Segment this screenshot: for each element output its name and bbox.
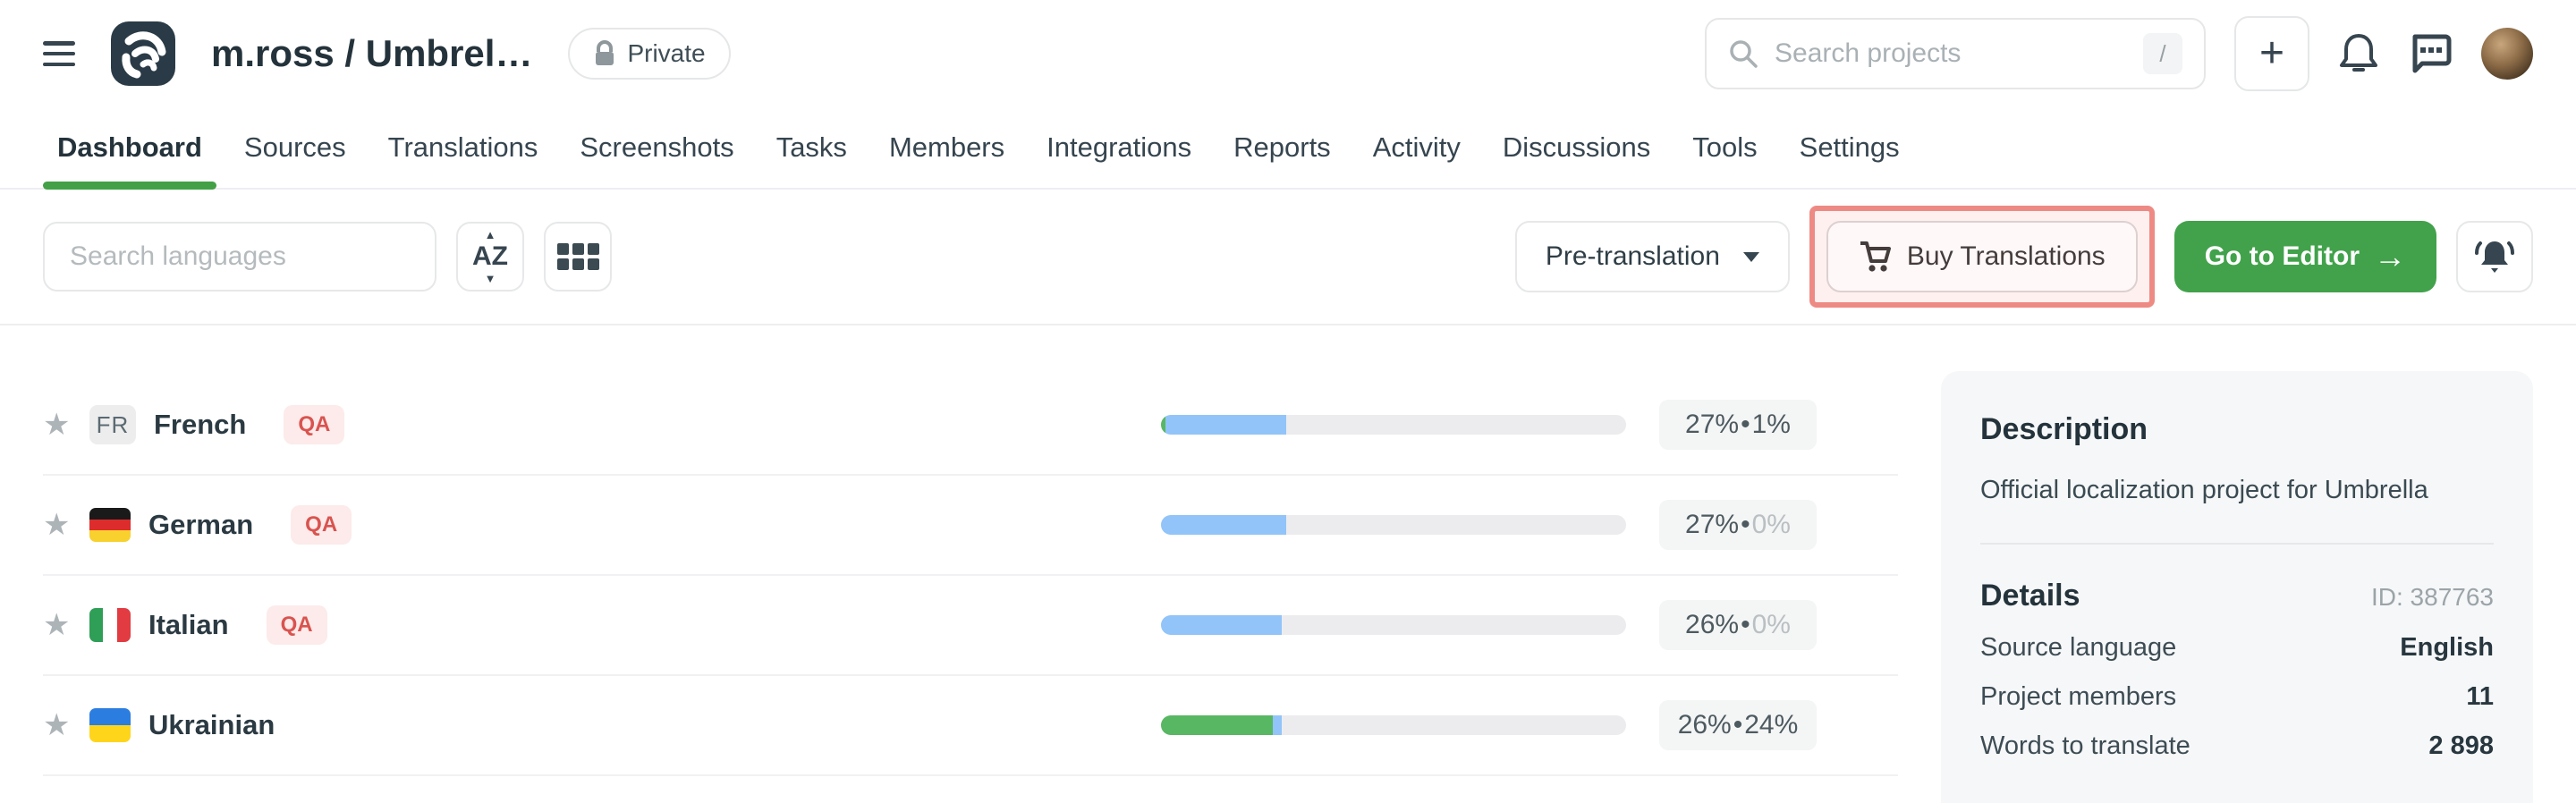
search-projects-input[interactable] bbox=[1775, 38, 2127, 69]
crowdin-logo-icon[interactable] bbox=[111, 21, 175, 86]
project-info-card: Description Official localization projec… bbox=[1941, 371, 2533, 803]
grid-view-icon bbox=[557, 243, 599, 270]
sort-az-icon: ▲AZ▼ bbox=[472, 243, 508, 270]
card-divider bbox=[1980, 543, 2494, 545]
flag-italy bbox=[89, 608, 131, 642]
favorite-star-icon[interactable]: ★ bbox=[43, 607, 89, 643]
qa-issues-badge[interactable]: QA bbox=[291, 505, 352, 545]
menu-icon[interactable] bbox=[43, 41, 75, 66]
detail-row-source-language: Source language English bbox=[1980, 633, 2494, 663]
favorite-star-icon[interactable]: ★ bbox=[43, 507, 89, 543]
search-projects-box: / bbox=[1705, 18, 2206, 89]
detail-row-words-to-translate: Words to translate 2 898 bbox=[1980, 731, 2494, 761]
search-shortcut-key: / bbox=[2143, 33, 2182, 74]
arrow-right-icon: → bbox=[2374, 238, 2406, 275]
grid-view-button[interactable] bbox=[544, 222, 612, 292]
dashboard-toolbar: ▲AZ▼ Pre-translation Buy Translations Go… bbox=[0, 190, 2576, 325]
progress-percent-badge: 26%•0% bbox=[1659, 600, 1817, 650]
tab-integrations[interactable]: Integrations bbox=[1046, 107, 1191, 188]
privacy-badge: Private bbox=[568, 28, 730, 80]
language-name[interactable]: Ukrainian bbox=[148, 709, 275, 741]
progress-bar bbox=[1161, 515, 1626, 535]
search-languages-input[interactable] bbox=[70, 241, 410, 272]
tab-discussions[interactable]: Discussions bbox=[1503, 107, 1650, 188]
language-row-ukrainian[interactable]: ★ Ukrainian 26%•24% bbox=[43, 676, 1898, 776]
favorite-star-icon[interactable]: ★ bbox=[43, 407, 89, 443]
chevron-down-icon bbox=[1743, 252, 1759, 262]
language-name[interactable]: French bbox=[154, 409, 246, 441]
tab-screenshots[interactable]: Screenshots bbox=[580, 107, 733, 188]
tab-settings[interactable]: Settings bbox=[1800, 107, 1900, 188]
dashboard-main: ★ FR French QA 27%•1% ★ German QA 27%•0% bbox=[0, 325, 2576, 803]
details-title: Details bbox=[1980, 579, 2080, 613]
progress-percent-badge: 27%•0% bbox=[1659, 500, 1817, 550]
qa-issues-badge[interactable]: QA bbox=[284, 405, 344, 444]
flag-french-code: FR bbox=[89, 405, 136, 444]
project-title: m.ross / Umbrel… bbox=[211, 32, 532, 75]
buy-translations-button[interactable]: Buy Translations bbox=[1826, 221, 2138, 292]
language-row-italian[interactable]: ★ Italian QA 26%•0% bbox=[43, 576, 1898, 676]
project-nav-tabs: Dashboard Sources Translations Screensho… bbox=[0, 107, 2576, 190]
go-to-editor-button[interactable]: Go to Editor → bbox=[2174, 221, 2436, 292]
language-list: ★ FR French QA 27%•1% ★ German QA 27%•0% bbox=[43, 376, 1898, 776]
tab-sources[interactable]: Sources bbox=[244, 107, 346, 188]
description-title: Description bbox=[1980, 412, 2494, 447]
tab-translations[interactable]: Translations bbox=[388, 107, 538, 188]
progress-percent-badge: 27%•1% bbox=[1659, 400, 1817, 450]
tab-activity[interactable]: Activity bbox=[1373, 107, 1461, 188]
tab-reports[interactable]: Reports bbox=[1233, 107, 1331, 188]
progress-percent-badge: 26%•24% bbox=[1659, 700, 1817, 750]
buy-translations-highlight-box: Buy Translations bbox=[1809, 206, 2155, 308]
search-icon bbox=[1728, 38, 1758, 69]
favorite-star-icon[interactable]: ★ bbox=[43, 707, 89, 743]
tab-dashboard[interactable]: Dashboard bbox=[57, 107, 202, 188]
notifications-bell-icon[interactable] bbox=[2338, 31, 2379, 76]
pretranslation-dropdown[interactable]: Pre-translation bbox=[1515, 221, 1790, 292]
language-name[interactable]: German bbox=[148, 509, 253, 541]
progress-bar bbox=[1161, 615, 1626, 635]
project-dashboard-page: m.ross / Umbrel… Private / + bbox=[0, 0, 2576, 803]
sort-languages-button[interactable]: ▲AZ▼ bbox=[456, 222, 524, 292]
progress-bar bbox=[1161, 415, 1626, 435]
flag-ukraine bbox=[89, 708, 131, 742]
shopping-cart-icon bbox=[1859, 240, 1893, 274]
project-id: ID: 387763 bbox=[2371, 583, 2494, 612]
privacy-label: Private bbox=[627, 39, 705, 68]
create-project-button[interactable]: + bbox=[2234, 16, 2309, 91]
qa-issues-badge[interactable]: QA bbox=[267, 605, 327, 645]
search-languages-box bbox=[43, 222, 436, 292]
language-row-french[interactable]: ★ FR French QA 27%•1% bbox=[43, 376, 1898, 476]
language-row-german[interactable]: ★ German QA 27%•0% bbox=[43, 476, 1898, 576]
ringing-bell-icon bbox=[2472, 236, 2517, 277]
language-name[interactable]: Italian bbox=[148, 609, 229, 641]
top-bar: m.ross / Umbrel… Private / + bbox=[0, 0, 2576, 107]
tab-members[interactable]: Members bbox=[889, 107, 1004, 188]
description-text: Official localization project for Umbrel… bbox=[1980, 476, 2494, 505]
tab-tools[interactable]: Tools bbox=[1692, 107, 1757, 188]
flag-germany bbox=[89, 508, 131, 542]
user-avatar[interactable] bbox=[2481, 28, 2533, 80]
announcements-button[interactable] bbox=[2456, 221, 2533, 292]
progress-bar bbox=[1161, 715, 1626, 735]
lock-icon bbox=[593, 40, 616, 67]
tab-tasks[interactable]: Tasks bbox=[776, 107, 847, 188]
messages-chat-icon[interactable] bbox=[2408, 31, 2453, 76]
detail-row-project-members: Project members 11 bbox=[1980, 682, 2494, 712]
